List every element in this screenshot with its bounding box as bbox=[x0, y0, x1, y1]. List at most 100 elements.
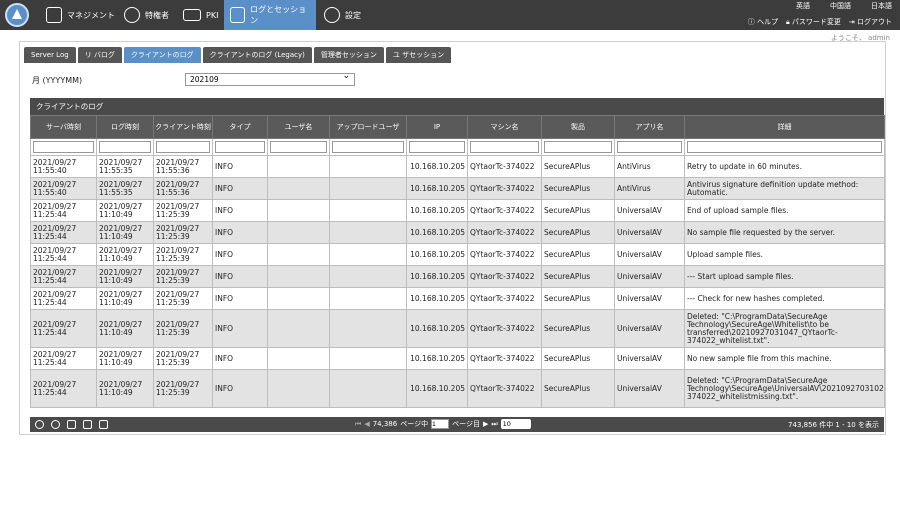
lang-chinese-link[interactable]: 中国語 bbox=[830, 1, 851, 11]
tab-user-sessions[interactable]: ユ ザセッション bbox=[385, 47, 452, 63]
cell-log: 2021/09/27 11:55:35 bbox=[96, 177, 154, 200]
column-header[interactable]: タイプ bbox=[212, 115, 268, 139]
table-row[interactable]: 2021/09/27 11:25:44 2021/09/27 11:10:49 20… bbox=[30, 347, 885, 370]
table-row[interactable]: 2021/09/27 11:25:44 2021/09/27 11:10:49 20… bbox=[30, 199, 885, 222]
log-tabs: Server Log リ バログ クライアントのログ クライアントのログ (Le… bbox=[24, 47, 452, 63]
cell-client: 2021/09/27 11:25:39 bbox=[153, 221, 213, 244]
month-label: 月 (YYYYMM) bbox=[32, 76, 83, 85]
column-filter-input[interactable] bbox=[544, 141, 612, 153]
column-filter-input[interactable] bbox=[617, 141, 682, 153]
cell-product: SecureAPlus bbox=[541, 243, 615, 266]
month-select[interactable]: 202109 bbox=[185, 71, 355, 86]
cell-upload bbox=[329, 221, 407, 244]
table-row[interactable]: 2021/09/27 11:55:40 2021/09/27 11:55:35 20… bbox=[30, 155, 885, 178]
logout-link[interactable]: ⇥ ログアウト bbox=[849, 17, 892, 27]
cell-app: UniversalAV bbox=[614, 287, 685, 310]
column-filter-input[interactable] bbox=[33, 141, 94, 153]
column-header[interactable]: アップロードユーザ bbox=[329, 115, 407, 139]
download-icon[interactable] bbox=[67, 420, 76, 429]
column-header[interactable]: サーバ時刻 bbox=[30, 115, 97, 139]
search-icon[interactable] bbox=[35, 420, 44, 429]
cell-type: INFO bbox=[212, 287, 268, 310]
column-filter-input[interactable] bbox=[409, 141, 465, 153]
column-filter-input[interactable] bbox=[99, 141, 151, 153]
column-header[interactable]: IP bbox=[406, 115, 468, 139]
table-row[interactable]: 2021/09/27 11:25:44 2021/09/27 11:10:49 20… bbox=[30, 309, 885, 348]
column-header[interactable]: ログ時刻 bbox=[96, 115, 154, 139]
cell-machine: QYtaorTc-374022 bbox=[467, 199, 542, 222]
column-filter-input[interactable] bbox=[687, 141, 882, 153]
table-header-row: サーバ時刻 ログ時刻 クライアント時刻 タイプ ユーザ名 アップロードユーザ IP マシン名製… bbox=[30, 115, 885, 139]
cell-product: SecureAPlus bbox=[541, 221, 615, 244]
cell-product: SecureAPlus bbox=[541, 265, 615, 288]
lang-japanese-link[interactable]: 日本語 bbox=[871, 1, 892, 11]
table-row[interactable]: 2021/09/27 11:25:44 2021/09/27 11:10:49 20… bbox=[30, 287, 885, 310]
nav-management[interactable]: マネジメント bbox=[40, 0, 121, 30]
cell-detail: Antivirus signature definition update me… bbox=[684, 177, 885, 200]
cell-ip: 10.168.10.205 bbox=[406, 347, 468, 370]
password-change-link[interactable]: 🔒︎ パスワード変更 bbox=[786, 17, 841, 27]
nav-settings-label: 設定 bbox=[345, 10, 361, 20]
column-filter-input[interactable] bbox=[332, 141, 404, 153]
next-page-icon[interactable]: ▶ bbox=[483, 420, 488, 428]
page-prefix: ページ中 bbox=[400, 420, 429, 428]
table-row[interactable]: 2021/09/27 11:25:44 2021/09/27 11:10:49 20… bbox=[30, 369, 885, 408]
nav-logs-sessions[interactable]: ログとセッション bbox=[224, 0, 316, 30]
table-row[interactable]: 2021/09/27 11:25:44 2021/09/27 11:10:49 20… bbox=[30, 265, 885, 288]
filter-cell bbox=[96, 138, 154, 156]
table-row[interactable]: 2021/09/27 11:25:44 2021/09/27 11:10:49 20… bbox=[30, 221, 885, 244]
cell-machine: QYtaorTc-374022 bbox=[467, 265, 542, 288]
tab-server-log[interactable]: Server Log bbox=[24, 47, 76, 63]
table-row[interactable]: 2021/09/27 11:25:44 2021/09/27 11:10:49 20… bbox=[30, 243, 885, 266]
filter-cell bbox=[212, 138, 268, 156]
cell-detail: Deleted: "C:\ProgramData\SecureAge Techn… bbox=[684, 309, 885, 348]
cell-machine: QYtaorTc-374022 bbox=[467, 177, 542, 200]
cell-server: 2021/09/27 11:25:44 bbox=[30, 243, 97, 266]
column-filter-input[interactable] bbox=[470, 141, 539, 153]
first-page-icon[interactable]: ⏮ bbox=[355, 420, 361, 429]
refresh-icon[interactable] bbox=[51, 420, 60, 429]
columns-icon[interactable] bbox=[99, 420, 108, 429]
prev-page-icon[interactable]: ◀ bbox=[364, 420, 369, 428]
column-header[interactable]: クライアント時刻 bbox=[153, 115, 213, 139]
page-size-select[interactable]: 10 bbox=[500, 419, 531, 429]
filter-cell bbox=[406, 138, 468, 156]
cell-detail: --- Check for new hashes completed. bbox=[684, 287, 885, 310]
nav-settings[interactable]: 設定 bbox=[318, 0, 367, 30]
column-header[interactable]: ユーザ名 bbox=[267, 115, 330, 139]
page-input[interactable] bbox=[431, 419, 450, 429]
nav-privileged[interactable]: 特権者 bbox=[118, 0, 175, 30]
column-header[interactable]: マシン名 bbox=[467, 115, 542, 139]
column-filter-input[interactable] bbox=[215, 141, 265, 153]
tab-client-log[interactable]: クライアントのログ bbox=[123, 47, 201, 63]
column-header[interactable]: アプリ名 bbox=[614, 115, 685, 139]
filter-cell bbox=[541, 138, 615, 156]
column-filter-input[interactable] bbox=[156, 141, 210, 153]
tab-relay-log[interactable]: リ バログ bbox=[77, 47, 122, 63]
last-page-icon[interactable]: ⏭ bbox=[491, 420, 497, 429]
nav-pki-label: PKI bbox=[206, 10, 219, 20]
cell-detail: No sample file requested by the server. bbox=[684, 221, 885, 244]
cell-type: INFO bbox=[212, 243, 268, 266]
cell-machine: QYtaorTc-374022 bbox=[467, 243, 542, 266]
column-header[interactable]: 製品 bbox=[541, 115, 615, 139]
nav-pki[interactable]: PKI bbox=[177, 0, 224, 30]
app-logo-icon[interactable] bbox=[5, 3, 29, 27]
admin-users-icon bbox=[124, 7, 140, 23]
cell-machine: QYtaorTc-374022 bbox=[467, 347, 542, 370]
cell-log: 2021/09/27 11:10:49 bbox=[96, 347, 154, 370]
column-header[interactable]: 詳細 bbox=[684, 115, 885, 139]
cell-user bbox=[267, 265, 330, 288]
cell-ip: 10.168.10.205 bbox=[406, 221, 468, 244]
cell-user bbox=[267, 309, 330, 348]
lang-english-link[interactable]: 英語 bbox=[796, 1, 810, 11]
tab-client-log-legacy[interactable]: クライアントのログ (Legacy) bbox=[202, 47, 312, 63]
table-row[interactable]: 2021/09/27 11:55:40 2021/09/27 11:55:35 20… bbox=[30, 177, 885, 200]
export-icon[interactable] bbox=[83, 420, 92, 429]
tab-admin-sessions[interactable]: 管理者セッション bbox=[313, 47, 384, 63]
logout-icon: ⇥ bbox=[848, 18, 857, 26]
column-filter-input[interactable] bbox=[270, 141, 327, 153]
cell-ip: 10.168.10.205 bbox=[406, 155, 468, 178]
log-table: サーバ時刻 ログ時刻 クライアント時刻 タイプ ユーザ名 アップロードユーザ IP マシン名製… bbox=[30, 115, 885, 408]
help-link[interactable]: ⓘ ヘルプ bbox=[748, 17, 778, 27]
